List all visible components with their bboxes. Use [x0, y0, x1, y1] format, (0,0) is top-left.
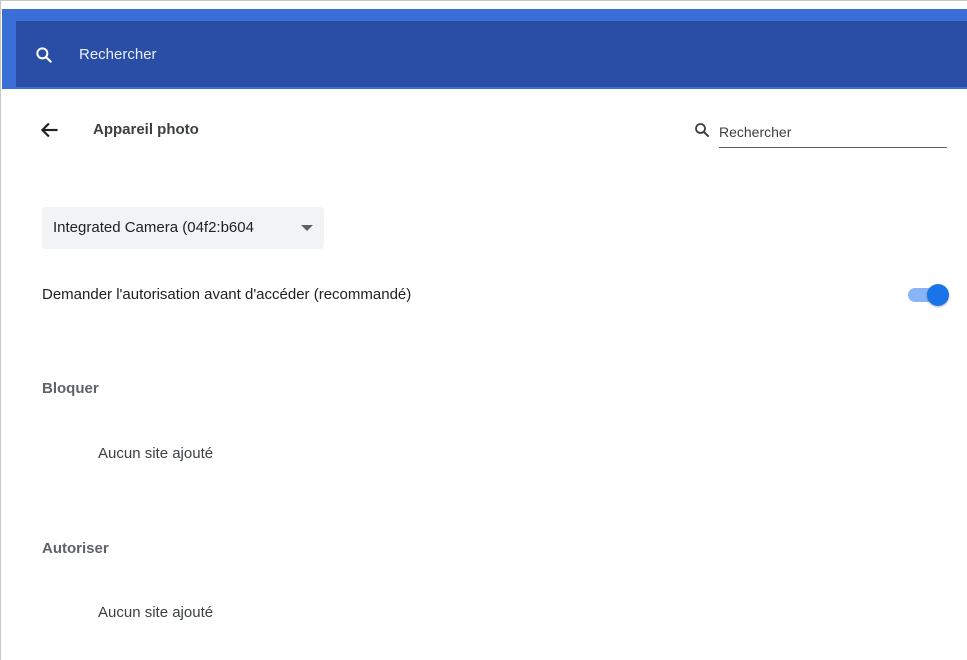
subpage-search-input[interactable]	[719, 117, 947, 148]
ask-before-access-label: Demander l'autorisation avant d'accéder …	[42, 286, 412, 303]
caret-down-icon	[301, 225, 313, 231]
toggle-knob	[927, 284, 949, 306]
page-subheader: Appareil photo	[1, 89, 967, 169]
top-search-label: Rechercher	[79, 46, 157, 63]
camera-device-selected-value: Integrated Camera (04f2:b604	[53, 219, 254, 236]
page-title: Appareil photo	[93, 121, 199, 138]
ask-before-access-row: Demander l'autorisation avant d'accéder …	[42, 279, 949, 311]
allow-section-heading: Autoriser	[42, 540, 109, 557]
ask-before-access-toggle[interactable]	[906, 283, 949, 307]
block-section-heading: Bloquer	[42, 380, 99, 397]
allow-empty-text: Aucun site ajouté	[98, 604, 214, 621]
search-icon	[695, 123, 709, 137]
subpage-search	[693, 117, 947, 149]
top-search-bar[interactable]: Rechercher	[16, 21, 967, 87]
camera-device-select[interactable]: Integrated Camera (04f2:b604	[42, 207, 324, 249]
top-toolbar: Rechercher	[2, 9, 967, 89]
search-icon	[36, 47, 52, 63]
block-empty-text: Aucun site ajouté	[98, 445, 214, 462]
back-arrow-icon[interactable]	[37, 117, 63, 143]
settings-window: Rechercher Appareil photo Integrated Cam…	[0, 0, 967, 660]
